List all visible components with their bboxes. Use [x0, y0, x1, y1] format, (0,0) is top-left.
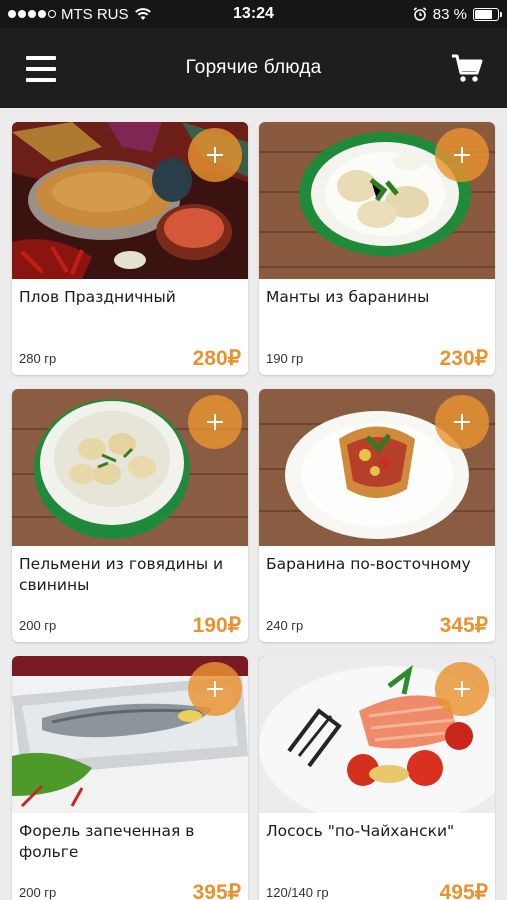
product-card[interactable]: Форель запеченная в фольге 200 гр 395₽: [12, 656, 248, 900]
page-title: Горячие блюда: [185, 57, 322, 78]
add-to-cart-button[interactable]: [188, 395, 242, 449]
product-price: 190₽: [192, 614, 241, 637]
add-to-cart-button[interactable]: [435, 662, 489, 716]
product-name: Баранина по-восточному: [266, 555, 471, 573]
product-weight: 200 гр: [19, 618, 57, 633]
battery-icon: [473, 7, 502, 21]
product-weight: 280 гр: [19, 351, 57, 366]
product-weight: 200 гр: [19, 885, 57, 900]
status-bar: MTS RUS 13:24 83 %: [0, 0, 507, 28]
product-weight: 240 гр: [266, 618, 304, 633]
product-price: 280₽: [192, 347, 241, 370]
product-price: 395₽: [192, 881, 241, 900]
add-to-cart-button[interactable]: [435, 128, 489, 182]
product-name: Лосось "по-Чайхански": [266, 822, 455, 840]
product-card[interactable]: Баранина по-восточному 240 гр 345₽: [259, 389, 495, 642]
product-price: 230₽: [439, 347, 488, 370]
product-name: Манты из баранины: [266, 288, 430, 306]
product-card[interactable]: Манты из баранины 190 гр 230₽: [259, 122, 495, 375]
alarm-clock-icon: [413, 7, 427, 21]
nav-bar: Горячие блюда: [0, 28, 507, 108]
product-card[interactable]: Лосось "по-Чайхански" 120/140 гр 495₽: [259, 656, 495, 900]
product-price: 345₽: [439, 614, 488, 637]
cart-button[interactable]: [451, 54, 483, 84]
battery-percent: 83 %: [432, 5, 467, 23]
add-to-cart-button[interactable]: [188, 128, 242, 182]
product-price: 495₽: [439, 881, 488, 900]
add-to-cart-button[interactable]: [435, 395, 489, 449]
product-weight: 190 гр: [266, 351, 304, 366]
product-name: Пельмени из говядины и свинины: [19, 555, 224, 594]
product-card[interactable]: Плов Праздничный 280 гр 280₽: [12, 122, 248, 375]
cart-icon: [452, 54, 483, 82]
product-weight: 120/140 гр: [266, 885, 329, 900]
product-card[interactable]: Пельмени из говядины и свинины 200 гр 19…: [12, 389, 248, 642]
add-to-cart-button[interactable]: [188, 662, 242, 716]
product-name: Форель запеченная в фольге: [19, 822, 195, 861]
product-name: Плов Праздничный: [19, 288, 176, 306]
status-right: 83 %: [413, 0, 502, 28]
